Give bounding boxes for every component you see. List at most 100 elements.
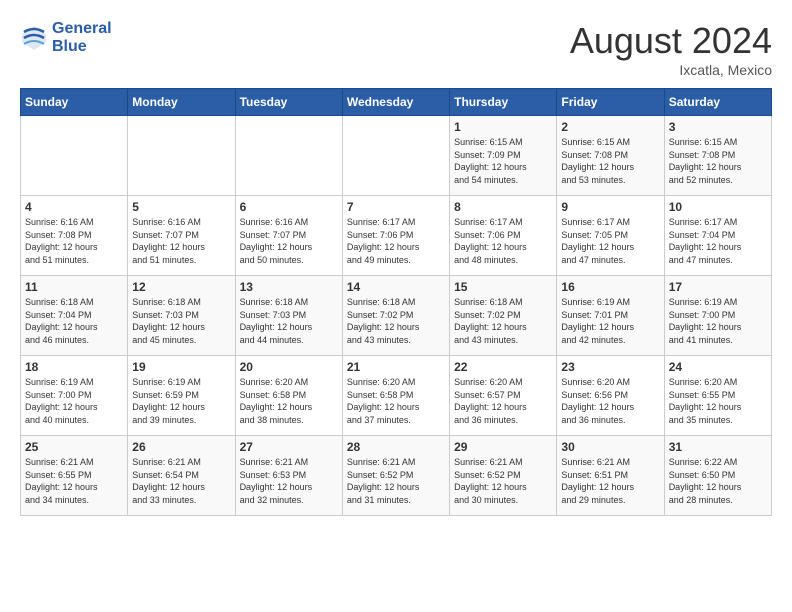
location: Ixcatla, Mexico [570,62,772,78]
calendar-cell: 22 Sunrise: 6:20 AM Sunset: 6:57 PM Dayli… [450,356,557,436]
header-row: SundayMondayTuesdayWednesdayThursdayFrid… [21,89,772,116]
day-number: 25 [25,440,123,454]
day-number: 17 [669,280,767,294]
day-info: Sunrise: 6:20 AM Sunset: 6:55 PM Dayligh… [669,376,767,426]
calendar-cell: 17 Sunrise: 6:19 AM Sunset: 7:00 PM Dayli… [664,276,771,356]
day-info: Sunrise: 6:21 AM Sunset: 6:54 PM Dayligh… [132,456,230,506]
day-info: Sunrise: 6:20 AM Sunset: 6:58 PM Dayligh… [240,376,338,426]
day-info: Sunrise: 6:17 AM Sunset: 7:06 PM Dayligh… [454,216,552,266]
day-number: 16 [561,280,659,294]
calendar-cell: 5Sunrise: 6:16 AM Sunset: 7:07 PM Daylig… [128,196,235,276]
calendar-cell: 14Sunrise: 6:18 AM Sunset: 7:02 PM Dayli… [342,276,449,356]
day-number: 23 [561,360,659,374]
day-info: Sunrise: 6:16 AM Sunset: 7:08 PM Dayligh… [25,216,123,266]
calendar-cell [21,116,128,196]
calendar-week-row: 4 Sunrise: 6:16 AM Sunset: 7:08 PM Daylig… [21,196,772,276]
day-number: 8 [454,200,552,214]
day-number: 9 [561,200,659,214]
day-info: Sunrise: 6:20 AM Sunset: 6:58 PM Dayligh… [347,376,445,426]
day-info: Sunrise: 6:21 AM Sunset: 6:52 PM Dayligh… [454,456,552,506]
day-number: 15 [454,280,552,294]
calendar-cell: 9 Sunrise: 6:17 AM Sunset: 7:05 PM Daylig… [557,196,664,276]
calendar-cell: 28 Sunrise: 6:21 AM Sunset: 6:52 PM Dayli… [342,436,449,516]
calendar-cell: 3 Sunrise: 6:15 AM Sunset: 7:08 PM Daylig… [664,116,771,196]
weekday-header: Sunday [21,89,128,116]
logo-icon [20,24,48,52]
calendar-week-row: 25Sunrise: 6:21 AM Sunset: 6:55 PM Dayli… [21,436,772,516]
calendar-cell [128,116,235,196]
day-number: 2 [561,120,659,134]
day-number: 3 [669,120,767,134]
day-number: 7 [347,200,445,214]
calendar-cell: 13 Sunrise: 6:18 AM Sunset: 7:03 PM Dayli… [235,276,342,356]
calendar-cell [342,116,449,196]
calendar-cell: 31 Sunrise: 6:22 AM Sunset: 6:50 PM Dayli… [664,436,771,516]
day-info: Sunrise: 6:22 AM Sunset: 6:50 PM Dayligh… [669,456,767,506]
calendar-cell: 6Sunrise: 6:16 AM Sunset: 7:07 PM Daylig… [235,196,342,276]
calendar-cell [235,116,342,196]
day-number: 27 [240,440,338,454]
day-number: 11 [25,280,123,294]
day-info: Sunrise: 6:17 AM Sunset: 7:04 PM Dayligh… [669,216,767,266]
calendar-cell: 11 Sunrise: 6:18 AM Sunset: 7:04 PM Dayli… [21,276,128,356]
day-info: Sunrise: 6:17 AM Sunset: 7:05 PM Dayligh… [561,216,659,266]
day-info: Sunrise: 6:21 AM Sunset: 6:52 PM Dayligh… [347,456,445,506]
day-number: 26 [132,440,230,454]
weekday-header: Thursday [450,89,557,116]
day-info: Sunrise: 6:18 AM Sunset: 7:04 PM Dayligh… [25,296,123,346]
day-info: Sunrise: 6:15 AM Sunset: 7:08 PM Dayligh… [561,136,659,186]
calendar-cell: 12 Sunrise: 6:18 AM Sunset: 7:03 PM Dayli… [128,276,235,356]
calendar-cell: 21 Sunrise: 6:20 AM Sunset: 6:58 PM Dayli… [342,356,449,436]
day-info: Sunrise: 6:18 AM Sunset: 7:02 PM Dayligh… [454,296,552,346]
day-info: Sunrise: 6:20 AM Sunset: 6:56 PM Dayligh… [561,376,659,426]
day-number: 4 [25,200,123,214]
calendar-cell: 30Sunrise: 6:21 AM Sunset: 6:51 PM Dayli… [557,436,664,516]
day-info: Sunrise: 6:19 AM Sunset: 7:01 PM Dayligh… [561,296,659,346]
weekday-header: Friday [557,89,664,116]
day-info: Sunrise: 6:19 AM Sunset: 6:59 PM Dayligh… [132,376,230,426]
weekday-header: Wednesday [342,89,449,116]
calendar-cell: 10 Sunrise: 6:17 AM Sunset: 7:04 PM Dayli… [664,196,771,276]
day-info: Sunrise: 6:19 AM Sunset: 7:00 PM Dayligh… [669,296,767,346]
day-info: Sunrise: 6:16 AM Sunset: 7:07 PM Dayligh… [132,216,230,266]
day-number: 18 [25,360,123,374]
calendar-cell: 24Sunrise: 6:20 AM Sunset: 6:55 PM Dayli… [664,356,771,436]
day-info: Sunrise: 6:18 AM Sunset: 7:03 PM Dayligh… [240,296,338,346]
day-number: 20 [240,360,338,374]
day-number: 12 [132,280,230,294]
calendar-cell: 26 Sunrise: 6:21 AM Sunset: 6:54 PM Dayli… [128,436,235,516]
calendar-cell: 4 Sunrise: 6:16 AM Sunset: 7:08 PM Daylig… [21,196,128,276]
day-number: 14 [347,280,445,294]
calendar-cell: 2 Sunrise: 6:15 AM Sunset: 7:08 PM Daylig… [557,116,664,196]
day-number: 19 [132,360,230,374]
day-number: 21 [347,360,445,374]
day-number: 30 [561,440,659,454]
day-number: 13 [240,280,338,294]
calendar-cell: 8 Sunrise: 6:17 AM Sunset: 7:06 PM Daylig… [450,196,557,276]
day-info: Sunrise: 6:16 AM Sunset: 7:07 PM Dayligh… [240,216,338,266]
day-info: Sunrise: 6:15 AM Sunset: 7:08 PM Dayligh… [669,136,767,186]
day-number: 22 [454,360,552,374]
day-number: 10 [669,200,767,214]
day-number: 1 [454,120,552,134]
day-info: Sunrise: 6:18 AM Sunset: 7:03 PM Dayligh… [132,296,230,346]
calendar-cell: 29Sunrise: 6:21 AM Sunset: 6:52 PM Dayli… [450,436,557,516]
weekday-header: Saturday [664,89,771,116]
day-info: Sunrise: 6:21 AM Sunset: 6:53 PM Dayligh… [240,456,338,506]
day-info: Sunrise: 6:19 AM Sunset: 7:00 PM Dayligh… [25,376,123,426]
page-header: General Blue August 2024 Ixcatla, Mexico [20,20,772,78]
calendar-cell: 7Sunrise: 6:17 AM Sunset: 7:06 PM Daylig… [342,196,449,276]
weekday-header: Monday [128,89,235,116]
calendar-cell: 23 Sunrise: 6:20 AM Sunset: 6:56 PM Dayli… [557,356,664,436]
calendar-week-row: 11 Sunrise: 6:18 AM Sunset: 7:04 PM Dayli… [21,276,772,356]
month-year: August 2024 [570,20,772,62]
logo: General Blue [20,20,112,55]
day-number: 31 [669,440,767,454]
calendar-week-row: 1 Sunrise: 6:15 AM Sunset: 7:09 PM Daylig… [21,116,772,196]
calendar-week-row: 18 Sunrise: 6:19 AM Sunset: 7:00 PM Dayli… [21,356,772,436]
day-info: Sunrise: 6:15 AM Sunset: 7:09 PM Dayligh… [454,136,552,186]
calendar-cell: 27 Sunrise: 6:21 AM Sunset: 6:53 PM Dayli… [235,436,342,516]
title-block: August 2024 Ixcatla, Mexico [570,20,772,78]
day-info: Sunrise: 6:20 AM Sunset: 6:57 PM Dayligh… [454,376,552,426]
day-number: 28 [347,440,445,454]
